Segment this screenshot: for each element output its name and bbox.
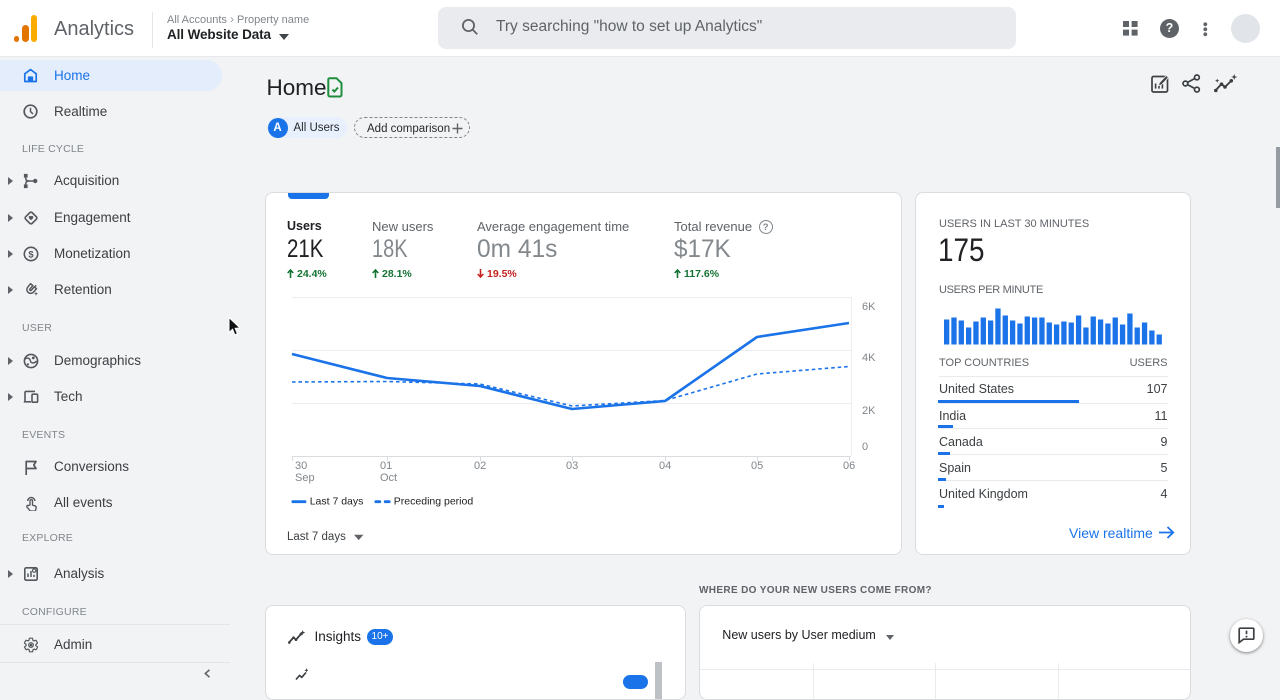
svg-text:Last 7 days: Last 7 days — [287, 531, 346, 543]
svg-text:01: 01 — [380, 460, 392, 472]
svg-text:Oct: Oct — [380, 472, 397, 484]
svg-text:03: 03 — [566, 460, 578, 472]
svg-text:30: 30 — [295, 460, 307, 472]
svg-text:04: 04 — [659, 460, 671, 472]
svg-text:2K: 2K — [862, 405, 876, 417]
svg-text:Last 7 days: Last 7 days — [310, 496, 364, 508]
svg-text:6K: 6K — [862, 301, 876, 313]
svg-text:05: 05 — [751, 460, 763, 472]
svg-text:Sep: Sep — [295, 472, 315, 484]
svg-text:0: 0 — [862, 441, 868, 453]
svg-text:$: $ — [28, 249, 34, 260]
svg-text:06: 06 — [843, 460, 855, 472]
svg-text:4K: 4K — [862, 352, 876, 364]
svg-text:02: 02 — [474, 460, 486, 472]
svg-text:Preceding period: Preceding period — [394, 496, 474, 508]
